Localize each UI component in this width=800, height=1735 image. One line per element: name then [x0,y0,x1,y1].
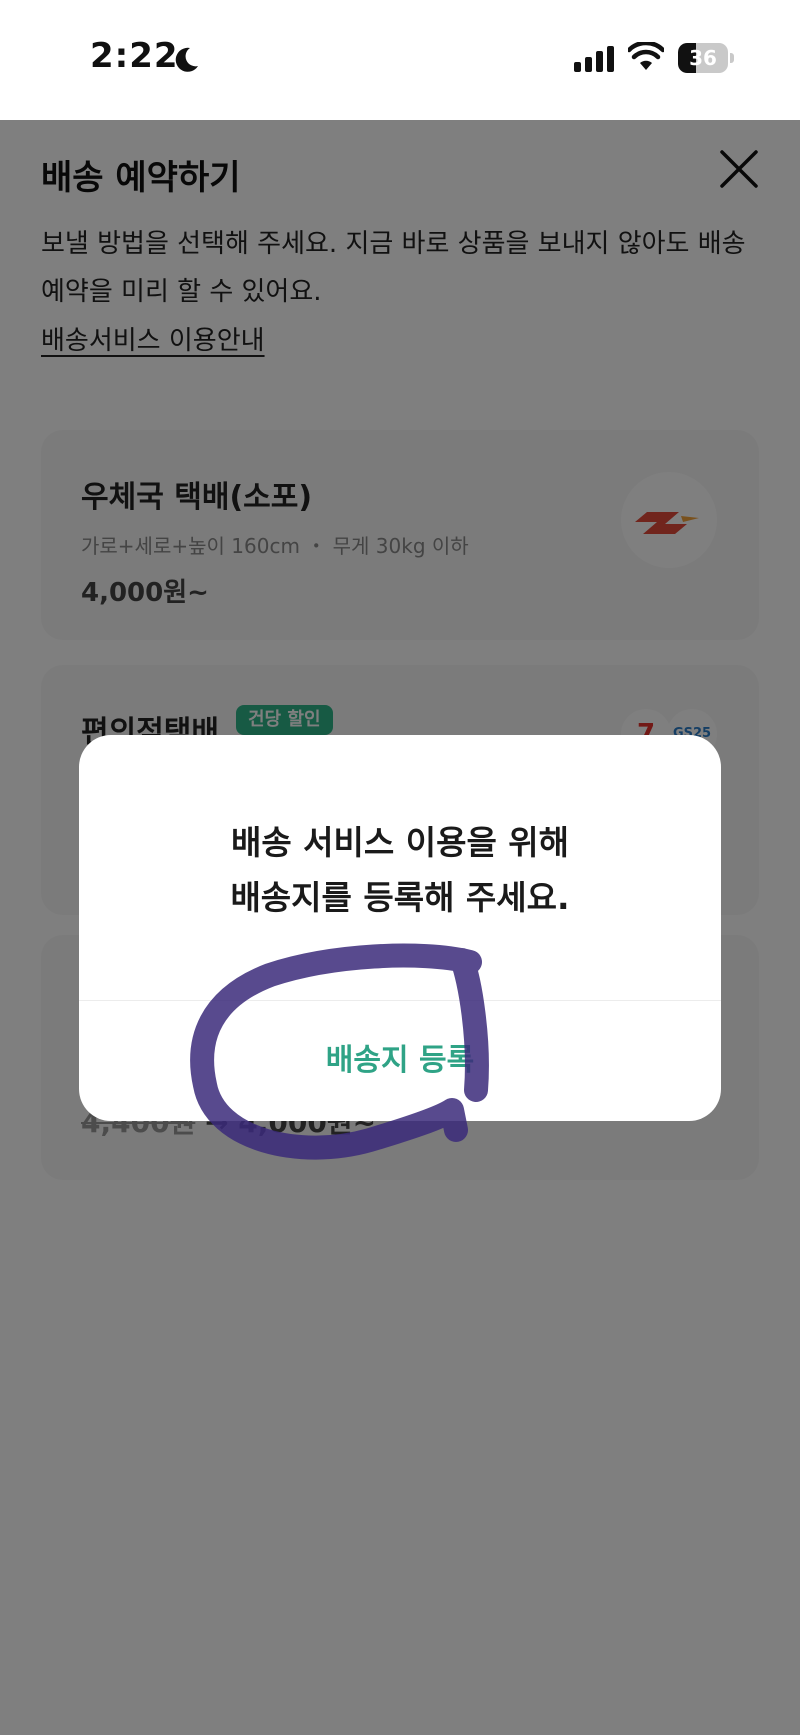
signal-icon [574,46,614,72]
register-address-dialog: 배송 서비스 이용을 위해 배송지를 등록해 주세요. 배송지 등록 [79,735,721,1121]
wifi-icon [628,42,664,70]
battery-level: 36 [689,46,717,70]
screen: 2:22 36 배송 예약하기 보낼 방법을 선 [0,0,800,1735]
status-bar: 2:22 36 [0,0,800,120]
dialog-message-line1: 배송 서비스 이용을 위해 [230,823,570,862]
moon-icon [175,47,198,72]
dialog-message-line2: 배송지를 등록해 주세요. [230,878,570,917]
status-time: 2:22 [90,36,179,76]
battery-icon: 36 [678,43,734,73]
dialog-message: 배송 서비스 이용을 위해 배송지를 등록해 주세요. [79,815,721,925]
battery-cap [730,53,734,63]
battery-body: 36 [678,43,728,73]
register-address-button[interactable]: 배송지 등록 [79,1001,721,1121]
